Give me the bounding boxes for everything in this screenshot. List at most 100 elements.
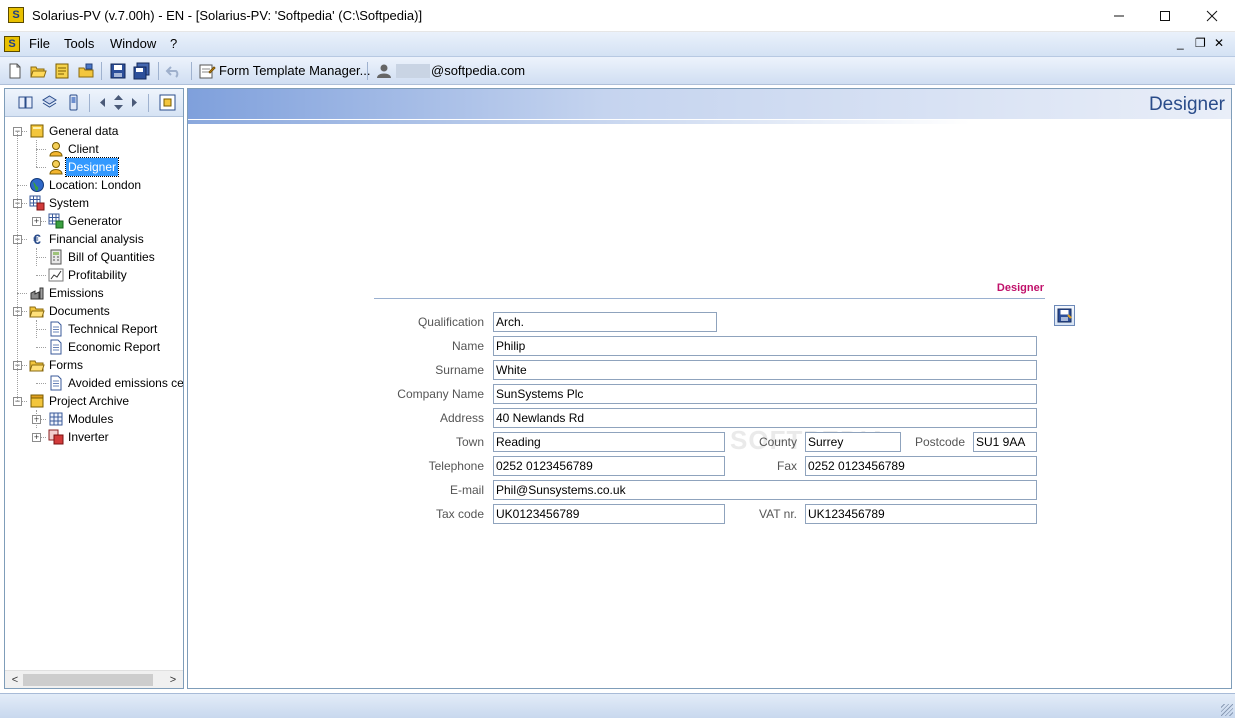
fax-input[interactable]: 0252 0123456789 bbox=[805, 456, 1037, 476]
new-file-icon[interactable] bbox=[6, 62, 24, 80]
name-input[interactable]: Philip bbox=[493, 336, 1037, 356]
tree-item-label: Avoided emissions certif bbox=[68, 376, 183, 390]
scroll-right-icon[interactable]: > bbox=[165, 673, 181, 687]
window-title: Solarius-PV (v.7.00h) - EN - [Solarius-P… bbox=[32, 8, 423, 23]
factory-icon bbox=[30, 287, 44, 300]
address-label: Address bbox=[439, 411, 484, 425]
main-toolbar: Form Template Manager... @softpedia.com bbox=[0, 57, 1235, 85]
tree-guide bbox=[36, 320, 37, 338]
vat-input[interactable]: UK123456789 bbox=[805, 504, 1037, 524]
page-title: Designer bbox=[1148, 94, 1225, 115]
phone-icon[interactable] bbox=[65, 94, 82, 111]
save-form-button[interactable] bbox=[1054, 305, 1075, 326]
toolbar-separator bbox=[158, 62, 159, 80]
toolbar-separator bbox=[191, 62, 192, 80]
tree-connector bbox=[36, 383, 46, 384]
tree-item-label: Modules bbox=[68, 412, 114, 426]
chart-icon bbox=[48, 268, 64, 282]
user-email: @softpedia.com bbox=[431, 63, 526, 78]
arrow-right-icon[interactable] bbox=[126, 94, 143, 111]
arrows-updown-icon[interactable] bbox=[110, 94, 127, 111]
email-label: E-mail bbox=[449, 483, 484, 497]
toolbar-separator bbox=[101, 62, 102, 80]
tree-item-label: Location: London bbox=[49, 178, 142, 192]
tree-item-label: Inverter bbox=[68, 430, 109, 444]
maximize-button[interactable] bbox=[1142, 0, 1188, 31]
minimize-icon bbox=[1114, 15, 1124, 17]
tree-connector bbox=[36, 257, 46, 258]
open-project-icon[interactable] bbox=[77, 62, 95, 80]
mdi-restore-button[interactable]: ❐ bbox=[1195, 36, 1206, 50]
folder-yellow-icon bbox=[30, 124, 44, 138]
email-input[interactable]: Phil@Sunsystems.co.uk bbox=[493, 480, 1037, 500]
form-template-manager-button[interactable]: Form Template Manager... bbox=[219, 63, 371, 78]
layers-icon[interactable] bbox=[41, 94, 58, 111]
menu-tools[interactable]: Tools bbox=[64, 36, 94, 51]
tree-item-label: Client bbox=[68, 142, 99, 156]
tree-guide bbox=[36, 410, 37, 428]
postcode-input[interactable]: SU1 9AA bbox=[973, 432, 1037, 452]
designer-panel: Designer SOFTPEDIA Designer Qualificatio… bbox=[187, 88, 1232, 689]
header-stripe bbox=[188, 120, 1231, 124]
folder-open-icon bbox=[29, 306, 45, 318]
menu-window[interactable]: Window bbox=[110, 36, 156, 51]
svg-text:€: € bbox=[33, 231, 41, 247]
scroll-left-icon[interactable]: < bbox=[7, 673, 23, 687]
address-input[interactable]: 40 Newlands Rd bbox=[493, 408, 1037, 428]
mdi-app-icon[interactable]: S bbox=[4, 36, 20, 52]
book-icon[interactable] bbox=[17, 94, 34, 111]
navigator-separator bbox=[148, 94, 149, 112]
toolbar-separator bbox=[367, 62, 368, 80]
status-bar bbox=[0, 693, 1235, 718]
menu-file[interactable]: File bbox=[29, 36, 50, 51]
tree-horizontal-scrollbar[interactable]: < > bbox=[5, 670, 183, 688]
euro-icon: € bbox=[33, 231, 41, 247]
tree-expander[interactable]: + bbox=[32, 217, 41, 226]
document-icon bbox=[50, 321, 62, 337]
scroll-thumb[interactable] bbox=[23, 674, 153, 686]
tree-item-label: Emissions bbox=[49, 286, 104, 300]
surname-input[interactable]: White bbox=[493, 360, 1037, 380]
telephone-label: Telephone bbox=[428, 459, 484, 473]
company-name-label: Company Name bbox=[397, 387, 484, 401]
title-bar: S Solarius-PV (v.7.00h) - EN - [Solarius… bbox=[0, 0, 1235, 32]
undo-icon[interactable] bbox=[165, 62, 183, 80]
tree-item-label: Generator bbox=[68, 214, 123, 228]
tree-item-label: General data bbox=[49, 124, 119, 138]
fax-label: Fax bbox=[776, 459, 797, 473]
notes-icon[interactable] bbox=[53, 62, 71, 80]
navigator-separator bbox=[89, 94, 90, 112]
company-name-input[interactable]: SunSystems Plc bbox=[493, 384, 1037, 404]
mdi-minimize-button[interactable]: _ bbox=[1177, 36, 1184, 50]
close-button[interactable] bbox=[1189, 0, 1235, 31]
archive-icon bbox=[30, 394, 44, 408]
resize-grip[interactable] bbox=[1221, 704, 1233, 716]
save-icon[interactable] bbox=[109, 62, 127, 80]
document-icon bbox=[50, 339, 62, 355]
form-template-icon[interactable] bbox=[198, 62, 216, 80]
tree-item-label: Designer bbox=[64, 157, 120, 177]
frame-icon[interactable] bbox=[159, 94, 176, 111]
menu-help[interactable]: ? bbox=[170, 36, 177, 51]
tree-connector bbox=[36, 329, 46, 330]
app-icon: S bbox=[8, 7, 24, 23]
save-all-icon[interactable] bbox=[133, 62, 151, 80]
tree-connector bbox=[36, 149, 46, 150]
folder-open-icon bbox=[29, 360, 45, 372]
minimize-button[interactable] bbox=[1096, 0, 1142, 31]
tree-item-label: Financial analysis bbox=[49, 232, 144, 246]
mdi-close-button[interactable]: ✕ bbox=[1214, 36, 1224, 50]
navigator-toolbar bbox=[5, 89, 183, 117]
arrow-left-icon[interactable] bbox=[94, 94, 111, 111]
tree-connector bbox=[17, 185, 27, 186]
system-grid-icon bbox=[29, 195, 45, 211]
postcode-label: Postcode bbox=[914, 435, 965, 449]
open-folder-icon[interactable] bbox=[29, 62, 47, 80]
tax-code-label: Tax code bbox=[435, 507, 484, 521]
tree-item-label: Documents bbox=[49, 304, 110, 318]
qualification-input[interactable]: Arch. bbox=[493, 312, 717, 332]
inverter-icon bbox=[48, 429, 64, 445]
tree-expander[interactable]: + bbox=[32, 433, 41, 442]
tree-guide bbox=[36, 248, 37, 266]
globe-icon bbox=[30, 178, 44, 192]
